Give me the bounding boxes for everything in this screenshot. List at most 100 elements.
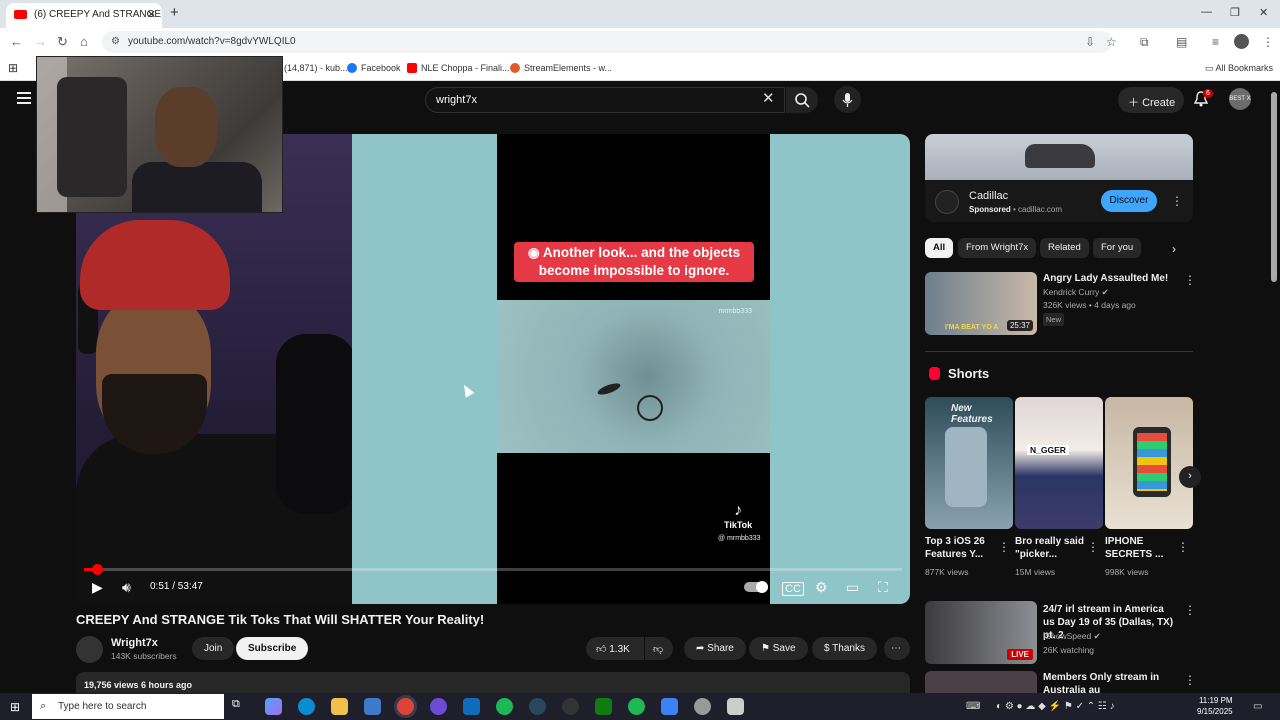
sidebar-icon[interactable]: ▤: [1176, 35, 1187, 49]
short-thumbnail[interactable]: New Features: [925, 397, 1013, 529]
outlook-icon[interactable]: [463, 698, 480, 715]
maximize-icon[interactable]: ❐: [1230, 6, 1240, 19]
extensions-icon[interactable]: ⧉: [1140, 35, 1149, 50]
short-title[interactable]: Top 3 iOS 26 Features Y...: [925, 535, 995, 561]
install-app-icon[interactable]: ⇩: [1085, 35, 1095, 49]
all-bookmarks[interactable]: ▭ All Bookmarks: [1205, 63, 1273, 74]
video-menu-icon[interactable]: ⋮: [1184, 273, 1196, 287]
account-avatar[interactable]: BEST X: [1229, 88, 1251, 110]
minimize-icon[interactable]: —: [1201, 6, 1212, 18]
ad-menu-icon[interactable]: ⋮: [1171, 194, 1183, 208]
theater-mode-icon[interactable]: ▭: [846, 579, 859, 596]
bookmark-item-youtube[interactable]: NLE Choppa - Finali...: [407, 63, 510, 73]
short-menu-icon[interactable]: ⋮: [1087, 540, 1099, 554]
store-icon[interactable]: [364, 698, 381, 715]
video-title[interactable]: Angry Lady Assaulted Me!: [1043, 272, 1173, 285]
short-title[interactable]: IPHONE SECRETS ...: [1105, 535, 1175, 561]
channel-name[interactable]: Wright7x: [111, 637, 158, 649]
chip-related[interactable]: Related: [1040, 238, 1089, 258]
close-window-icon[interactable]: ✕: [1259, 6, 1268, 19]
video-thumbnail[interactable]: I'MA BEAT YO A 25:37: [925, 272, 1037, 335]
chip-for-you[interactable]: For you: [1093, 238, 1142, 258]
forward-icon[interactable]: →: [34, 34, 47, 49]
steam-icon[interactable]: [529, 698, 546, 715]
close-tab-icon[interactable]: ✕: [147, 8, 156, 21]
notification-center-icon[interactable]: ▭: [1253, 701, 1262, 712]
taskbar-search[interactable]: ⌕ Type here to search: [32, 694, 224, 719]
play-icon[interactable]: ▶: [92, 579, 103, 596]
video-thumbnail[interactable]: [925, 671, 1037, 693]
short-thumbnail[interactable]: [1105, 397, 1193, 529]
volume-icon[interactable]: 🔊︎: [122, 579, 131, 596]
discover-button[interactable]: Discover: [1101, 190, 1157, 212]
more-menu-icon[interactable]: ⋮: [1262, 35, 1274, 49]
app-icon[interactable]: [694, 698, 711, 715]
video-thumbnail[interactable]: LIVE: [925, 601, 1037, 664]
settings-gear-icon[interactable]: ⚙: [815, 579, 828, 596]
app-icon[interactable]: [661, 698, 678, 715]
bookmark-item-streamelements[interactable]: StreamElements - w...: [510, 63, 612, 73]
join-button[interactable]: Join: [192, 637, 235, 660]
video-menu-icon[interactable]: ⋮: [1184, 603, 1196, 617]
obs-icon[interactable]: [562, 698, 579, 715]
hamburger-menu-icon[interactable]: [17, 92, 31, 104]
back-icon[interactable]: ←: [10, 34, 23, 49]
bookmark-item-facebook[interactable]: Facebook: [347, 63, 401, 73]
save-button[interactable]: ⚑ Save: [749, 637, 808, 660]
apps-grid-icon[interactable]: ⊞: [8, 61, 18, 75]
short-menu-icon[interactable]: ⋮: [1177, 540, 1189, 554]
chip-all[interactable]: All: [925, 238, 954, 258]
file-explorer-icon[interactable]: [331, 698, 348, 715]
system-clock[interactable]: 11:19 PM 9/15/2025: [1197, 695, 1233, 717]
windows-start-icon[interactable]: ⊞: [10, 700, 20, 714]
voice-search-button[interactable]: [834, 86, 861, 113]
share-button[interactable]: ➦ Share: [684, 637, 746, 660]
browser-tab[interactable]: (6) CREEPY And STRANGE Tik To ✕: [6, 3, 162, 28]
bookmark-item[interactable]: (14,871) - kub...: [284, 63, 348, 73]
short-thumbnail[interactable]: N_GGER: [1015, 397, 1103, 529]
chrome-icon[interactable]: [397, 698, 414, 715]
short-title[interactable]: Bro really said "picker...: [1015, 535, 1093, 561]
spotify-icon[interactable]: [628, 698, 645, 715]
task-view-icon[interactable]: ⧉: [232, 698, 249, 715]
reload-icon[interactable]: ↻: [57, 34, 68, 50]
address-bar[interactable]: ⚙ youtube.com/watch?v=8gdvYWLQIL0: [102, 31, 1112, 53]
app-icon[interactable]: [727, 698, 744, 715]
keyboard-icon[interactable]: ⌨: [966, 701, 980, 712]
fullscreen-icon[interactable]: ⛶: [878, 579, 888, 596]
page-scrollbar[interactable]: [1271, 92, 1277, 282]
like-button[interactable]: 👍︎ 1.3K: [586, 637, 644, 660]
channel-avatar[interactable]: [76, 636, 103, 663]
edge-icon[interactable]: [298, 698, 315, 715]
home-icon[interactable]: ⌂: [80, 34, 88, 49]
clear-search-icon[interactable]: ✕: [762, 89, 775, 107]
create-button[interactable]: ＋ Create: [1118, 87, 1184, 113]
video-title[interactable]: Members Only stream in Australia au: [1043, 671, 1178, 693]
bookmark-star-icon[interactable]: ☆: [1106, 35, 1117, 49]
site-info-icon[interactable]: ⚙: [111, 36, 120, 47]
search-input[interactable]: wright7x: [425, 87, 785, 113]
discord-icon[interactable]: [430, 698, 447, 715]
captions-icon[interactable]: CC: [782, 582, 804, 596]
more-actions-icon[interactable]: ⋯: [884, 637, 910, 660]
dislike-button[interactable]: 👎︎: [645, 637, 673, 660]
chips-next-icon[interactable]: ›: [1172, 242, 1176, 256]
thanks-button[interactable]: $ Thanks: [812, 637, 877, 660]
video-menu-icon[interactable]: ⋮: [1184, 673, 1196, 687]
reading-list-icon[interactable]: ≡: [1212, 35, 1219, 49]
subscribe-button[interactable]: Subscribe: [236, 637, 309, 660]
youtube-icon: [407, 63, 417, 73]
new-tab-icon[interactable]: +: [170, 4, 179, 21]
sponsored-ad[interactable]: Cadillac Sponsored • cadillac.com Discov…: [925, 134, 1193, 222]
shorts-next-icon[interactable]: ›: [1179, 466, 1201, 488]
profile-avatar[interactable]: [1234, 34, 1249, 49]
tray-icons[interactable]: ◐ ⚙ ● ☁ ◆ ⚡ ⚑ ✓ ⌃ ☷ ♪: [996, 701, 1115, 712]
search-button[interactable]: [786, 87, 818, 113]
chip-from-channel[interactable]: From Wright7x: [958, 238, 1037, 258]
short-menu-icon[interactable]: ⋮: [998, 540, 1010, 554]
xbox-icon[interactable]: [595, 698, 612, 715]
copilot-icon[interactable]: [265, 698, 282, 715]
progress-bar[interactable]: [84, 564, 902, 575]
autoplay-toggle[interactable]: [744, 581, 768, 593]
spotify-icon[interactable]: [496, 698, 513, 715]
